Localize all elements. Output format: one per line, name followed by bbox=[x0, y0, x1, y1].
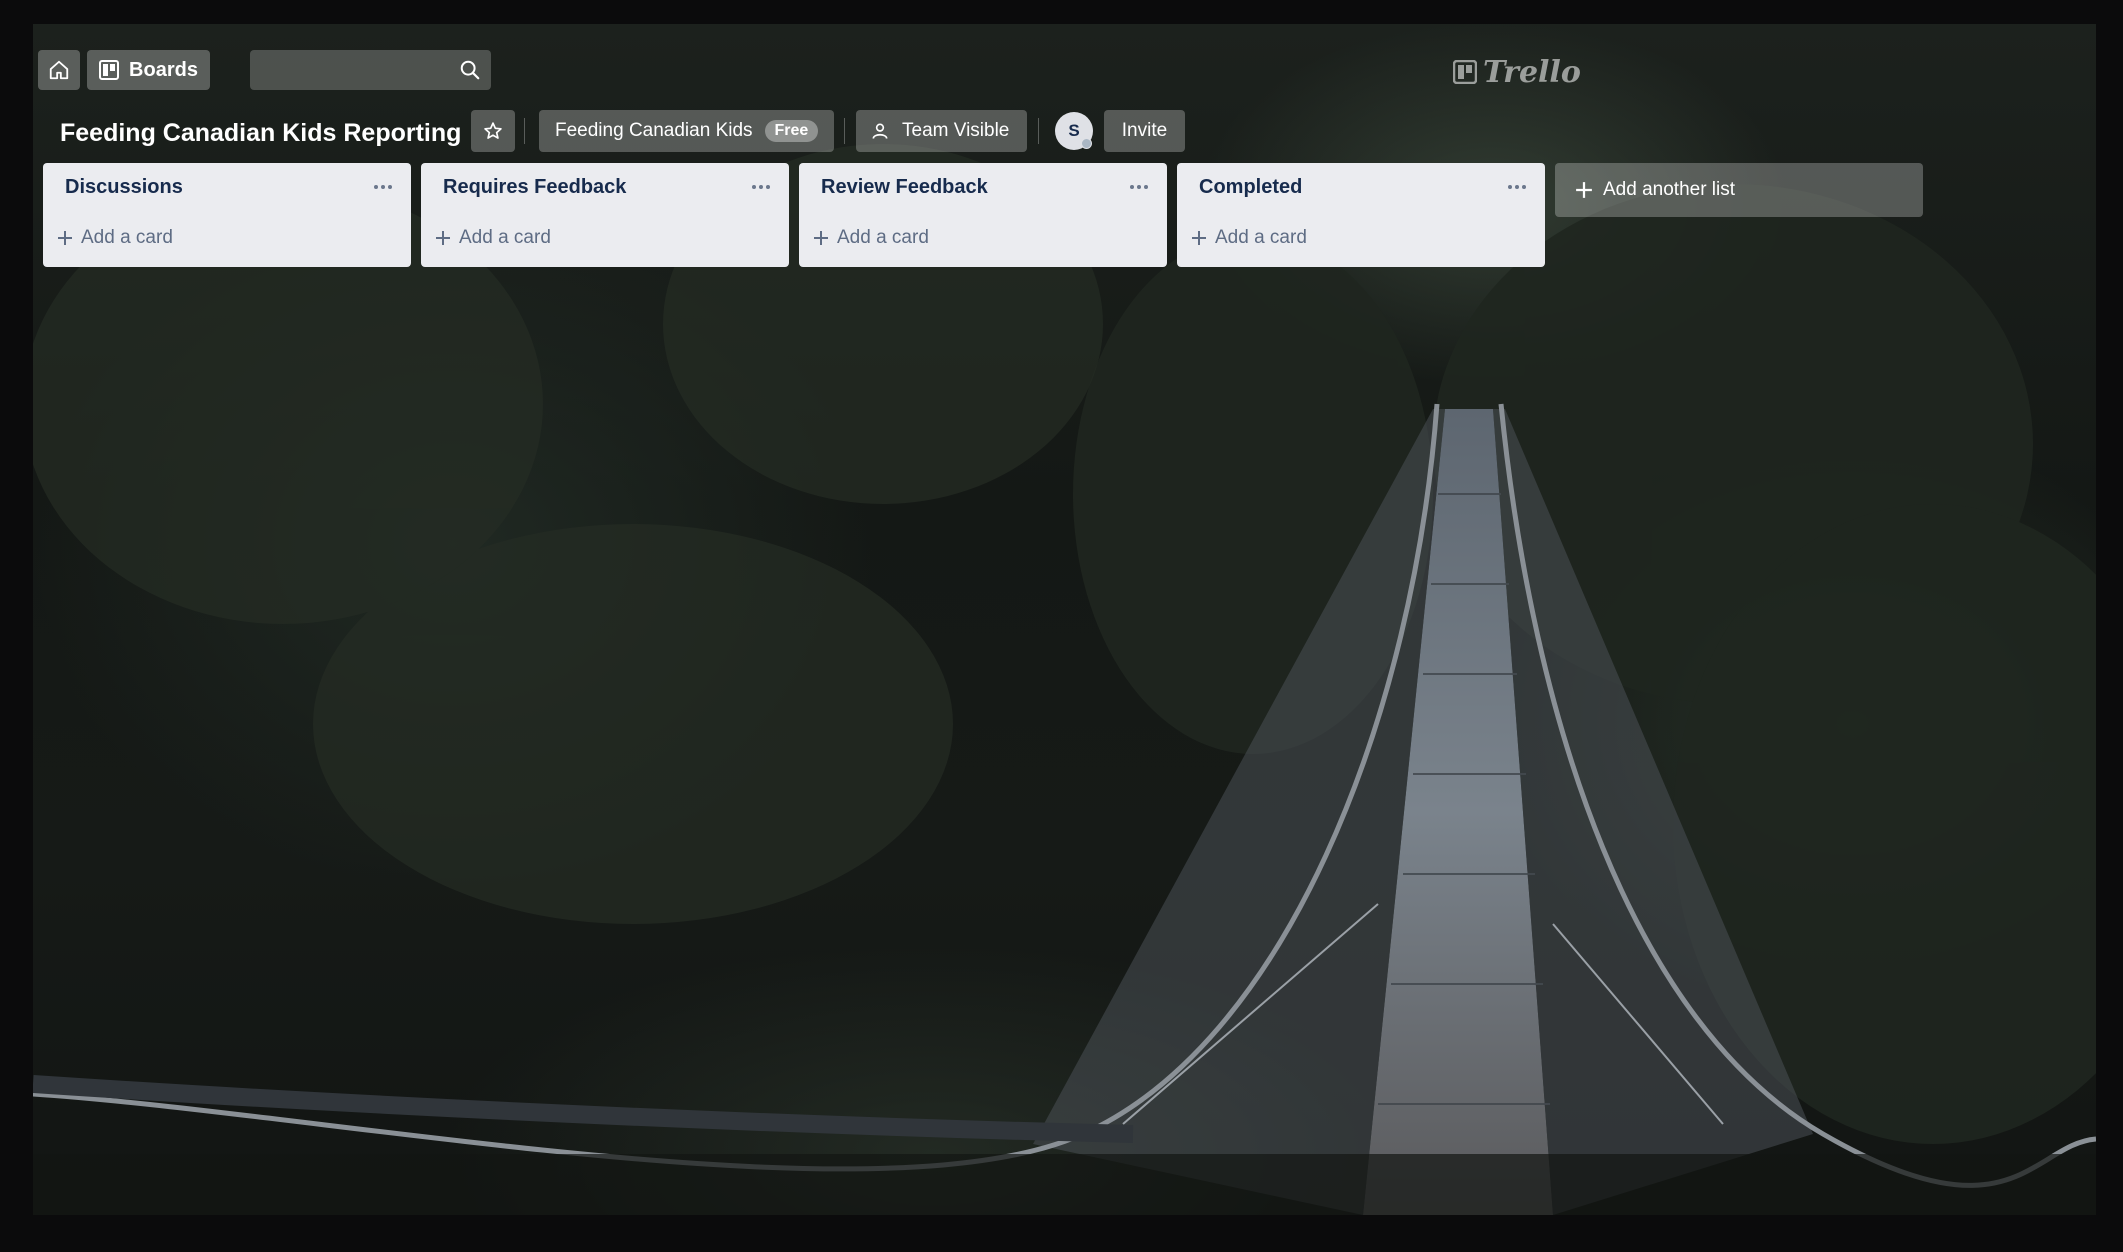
search-input[interactable] bbox=[250, 50, 491, 90]
team-button[interactable]: Feeding Canadian Kids Free bbox=[539, 110, 834, 152]
team-visibility-icon bbox=[872, 123, 888, 139]
boards-icon bbox=[99, 60, 120, 80]
list-menu-button[interactable] bbox=[1505, 175, 1529, 199]
search-icon bbox=[460, 60, 480, 80]
invite-button[interactable]: Invite bbox=[1104, 110, 1185, 152]
header-divider bbox=[844, 118, 845, 144]
list-title[interactable]: Review Feedback bbox=[821, 176, 988, 199]
board-title[interactable]: Feeding Canadian Kids Reporting bbox=[60, 115, 461, 151]
list-title[interactable]: Discussions bbox=[65, 176, 183, 199]
plus-icon bbox=[1576, 182, 1592, 198]
plus-icon bbox=[814, 231, 828, 245]
visibility-label: Team Visible bbox=[902, 120, 1010, 141]
plus-icon bbox=[436, 231, 450, 245]
home-icon bbox=[49, 60, 69, 80]
trello-logo-icon bbox=[1453, 60, 1477, 84]
list-title[interactable]: Completed bbox=[1199, 176, 1302, 199]
add-card-label: Add a card bbox=[81, 227, 173, 248]
trello-logo-text: Trello bbox=[1483, 54, 1581, 90]
plus-icon bbox=[1192, 231, 1206, 245]
list-menu-button[interactable] bbox=[1127, 175, 1151, 199]
add-card-label: Add a card bbox=[459, 227, 551, 248]
add-list-button[interactable]: Add another list bbox=[1555, 163, 1923, 217]
add-card-button[interactable]: Add a card bbox=[57, 223, 173, 253]
home-button[interactable] bbox=[38, 50, 80, 90]
member-avatar[interactable]: S bbox=[1055, 112, 1093, 150]
header-divider bbox=[524, 118, 525, 144]
add-list-label: Add another list bbox=[1603, 179, 1736, 200]
list-menu-button[interactable] bbox=[371, 175, 395, 199]
plan-badge: Free bbox=[764, 120, 819, 142]
avatar-initial: S bbox=[1068, 121, 1080, 140]
visibility-button[interactable]: Team Visible bbox=[856, 110, 1027, 152]
board-canvas: Boards Trello Feeding Canadian Kids Repo… bbox=[33, 24, 2096, 1215]
more-icon bbox=[752, 185, 770, 189]
list-completed[interactable]: Completed Add a card bbox=[1177, 163, 1545, 267]
list-discussions[interactable]: Discussions Add a card bbox=[43, 163, 411, 267]
avatar-status-dot bbox=[1081, 138, 1092, 149]
list-requires-feedback[interactable]: Requires Feedback Add a card bbox=[421, 163, 789, 267]
list-menu-button[interactable] bbox=[749, 175, 773, 199]
team-name: Feeding Canadian Kids bbox=[555, 120, 753, 141]
header-divider bbox=[1038, 118, 1039, 144]
add-card-label: Add a card bbox=[1215, 227, 1307, 248]
list-review-feedback[interactable]: Review Feedback Add a card bbox=[799, 163, 1167, 267]
boards-label: Boards bbox=[129, 58, 198, 81]
list-title[interactable]: Requires Feedback bbox=[443, 176, 626, 199]
plus-icon bbox=[58, 231, 72, 245]
invite-label: Invite bbox=[1121, 120, 1168, 141]
boards-button[interactable]: Boards bbox=[87, 50, 210, 90]
more-icon bbox=[1130, 185, 1148, 189]
add-card-button[interactable]: Add a card bbox=[813, 223, 929, 253]
more-icon bbox=[374, 185, 392, 189]
add-card-button[interactable]: Add a card bbox=[1191, 223, 1307, 253]
more-icon bbox=[1508, 185, 1526, 189]
star-icon bbox=[484, 122, 502, 139]
add-card-button[interactable]: Add a card bbox=[435, 223, 551, 253]
add-card-label: Add a card bbox=[837, 227, 929, 248]
trello-logo[interactable]: Trello bbox=[1453, 54, 1581, 90]
star-board-button[interactable] bbox=[471, 110, 515, 152]
